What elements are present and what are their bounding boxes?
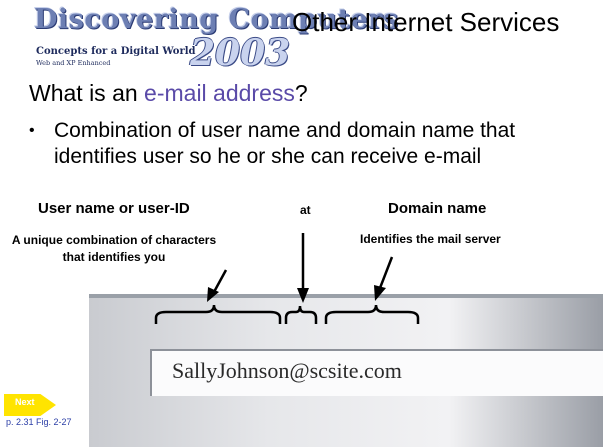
user-arrow-head-icon xyxy=(207,287,219,302)
at-arrow-head-icon xyxy=(297,288,309,303)
user-arrow xyxy=(212,269,228,293)
slide: Discovering Computers Concepts for a Dig… xyxy=(0,0,603,447)
figure-annotations xyxy=(154,233,420,324)
page-reference: p. 2.31 Fig. 2-27 xyxy=(6,417,72,427)
domain-arrow-head-icon xyxy=(374,285,386,301)
user-brace-icon xyxy=(154,304,282,324)
domain-brace-icon xyxy=(324,304,420,324)
next-button-label[interactable]: Next xyxy=(15,397,35,407)
at-brace-icon xyxy=(284,305,318,324)
domain-arrow xyxy=(378,256,394,289)
